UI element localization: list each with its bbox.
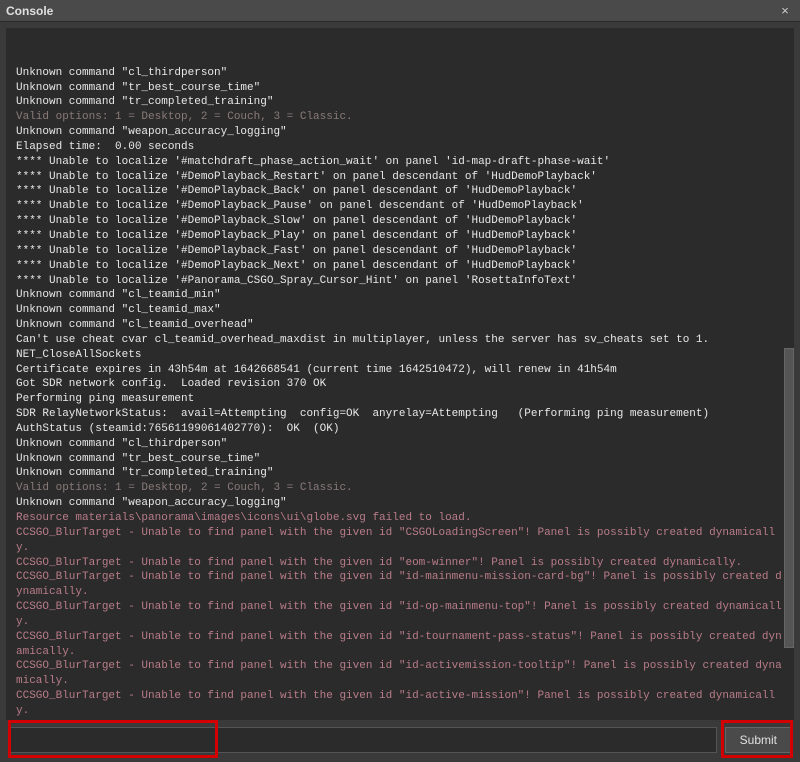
console-line: NET_CloseAllSockets (16, 348, 784, 363)
console-line: Certificate expires in 43h54m at 1642668… (16, 363, 784, 378)
console-line: Unknown command "cl_thirdperson" (16, 437, 784, 452)
console-line: **** Unable to localize '#DemoPlayback_P… (16, 229, 784, 244)
console-line: Unknown command "cl_teamid_max" (16, 303, 784, 318)
titlebar: Console × (0, 0, 800, 22)
console-line: CCSGO_BlurTarget - Unable to find panel … (16, 600, 784, 630)
window-title: Console (6, 4, 776, 18)
console-line: Unknown command "tr_completed_training" (16, 95, 784, 110)
console-line: Valid options: 1 = Desktop, 2 = Couch, 3… (16, 481, 784, 496)
console-line: CCSGO_BlurTarget - Unable to find panel … (16, 659, 784, 689)
console-line: **** Unable to localize '#DemoPlayback_N… (16, 259, 784, 274)
console-command-input[interactable] (8, 727, 717, 753)
console-line: Resource materials\panorama\images\icons… (16, 511, 784, 526)
console-line: Unknown command "cl_teamid_min" (16, 288, 784, 303)
console-line: Elapsed time: 0.00 seconds (16, 140, 784, 155)
console-line: CCSGO_BlurTarget - Unable to find panel … (16, 630, 784, 660)
console-line: **** Unable to localize '#matchdraft_pha… (16, 155, 784, 170)
console-line: Unknown command "tr_completed_training" (16, 466, 784, 481)
console-line: AuthStatus (steamid:76561199061402770): … (16, 422, 784, 437)
console-line: Unknown command "tr_best_course_time" (16, 452, 784, 467)
console-line: **** Unable to localize '#DemoPlayback_B… (16, 184, 784, 199)
console-window: Console × Unknown command "cl_thirdperso… (0, 0, 800, 762)
console-line: Unknown command "cl_thirdperson" (16, 66, 784, 81)
console-line: **** Unable to localize '#DemoPlayback_S… (16, 214, 784, 229)
console-line: Unknown command "weapon_accuracy_logging… (16, 125, 784, 140)
console-input-bar: Submit (0, 726, 800, 762)
console-line: **** Unable to localize '#DemoPlayback_F… (16, 244, 784, 259)
scrollbar-thumb[interactable] (784, 348, 794, 648)
console-line: CCSGO_BlurTarget - Unable to find panel … (16, 689, 784, 719)
console-line: Performing ping measurement (16, 392, 784, 407)
console-line: **** Unable to localize '#DemoPlayback_R… (16, 170, 784, 185)
console-line: Unknown command "weapon_accuracy_logging… (16, 496, 784, 511)
submit-button[interactable]: Submit (725, 727, 792, 753)
console-line: CCSGO_BlurTarget - Unable to find panel … (16, 570, 784, 600)
console-line: Can't use cheat cvar cl_teamid_overhead_… (16, 333, 784, 348)
console-line: **** Unable to localize '#DemoPlayback_P… (16, 199, 784, 214)
console-line: **** Unable to localize '#Panorama_CSGO_… (16, 274, 784, 289)
console-output: Unknown command "cl_thirdperson"Unknown … (6, 28, 794, 720)
close-icon[interactable]: × (776, 2, 794, 20)
console-line: Valid options: 1 = Desktop, 2 = Couch, 3… (16, 110, 784, 125)
console-line: CCSGO_BlurTarget - Unable to find panel … (16, 556, 784, 571)
console-line: Unknown command "tr_best_course_time" (16, 81, 784, 96)
console-line: CCSGO_BlurTarget - Unable to find panel … (16, 526, 784, 556)
console-line: CCSGO_BlurTarget - Unable to find panel … (16, 719, 784, 720)
console-line: Unknown command "cl_teamid_overhead" (16, 318, 784, 333)
console-line: Got SDR network config. Loaded revision … (16, 377, 784, 392)
console-line: SDR RelayNetworkStatus: avail=Attempting… (16, 407, 784, 422)
